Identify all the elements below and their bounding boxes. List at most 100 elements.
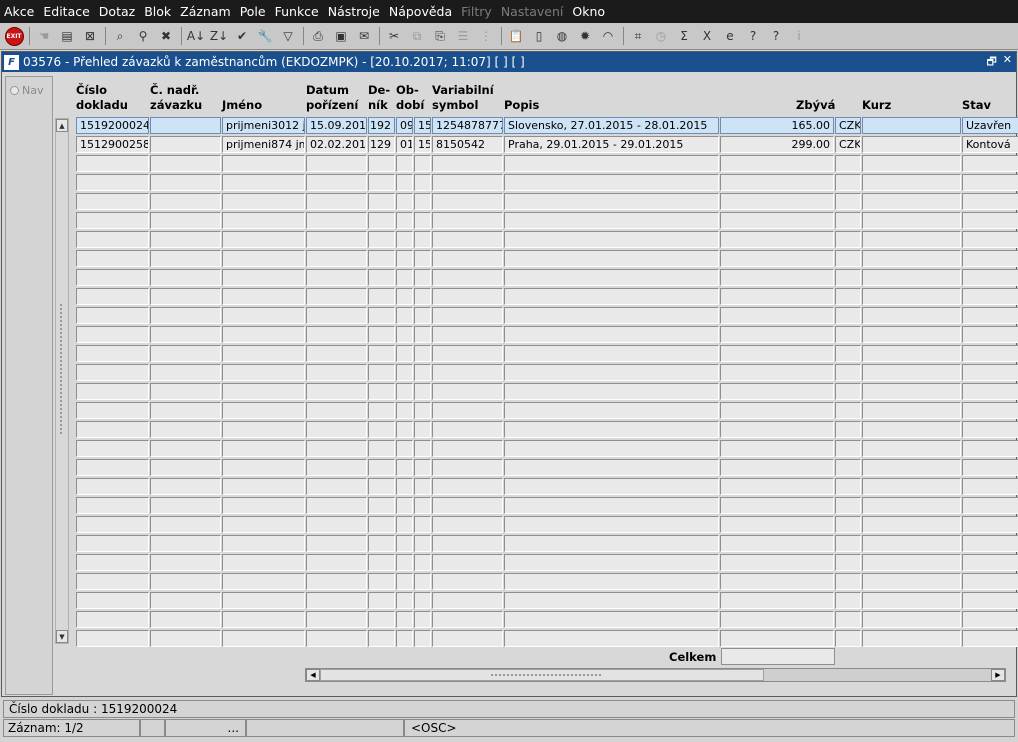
sort-ascending-icon[interactable]: A↓	[186, 26, 206, 46]
cell-cislo[interactable]	[76, 554, 149, 571]
cell-popis[interactable]	[504, 288, 719, 305]
cell-kurz[interactable]	[862, 364, 961, 381]
cell-mena[interactable]	[835, 174, 861, 191]
cell-stav[interactable]	[962, 630, 1018, 647]
cell-datum[interactable]	[306, 155, 367, 172]
cell-jmeno[interactable]	[222, 535, 305, 552]
cell-jmeno[interactable]: prijmeni3012 jme	[222, 117, 305, 134]
cell-mena[interactable]	[835, 535, 861, 552]
hand-pointer-icon[interactable]: ☚	[34, 26, 54, 46]
cell-popis[interactable]	[504, 440, 719, 457]
cell-denik[interactable]	[368, 497, 395, 514]
cell-c1[interactable]	[396, 364, 413, 381]
cell-c2[interactable]	[414, 231, 431, 248]
cell-popis[interactable]	[504, 345, 719, 362]
cell-popis[interactable]	[504, 155, 719, 172]
cell-stav[interactable]	[962, 459, 1018, 476]
cell-nadr[interactable]	[150, 402, 221, 419]
cell-c1[interactable]	[396, 478, 413, 495]
cell-jmeno[interactable]: prijmeni874 jmen	[222, 136, 305, 153]
cell-datum[interactable]	[306, 402, 367, 419]
cell-zbyva[interactable]	[720, 592, 834, 609]
execute-query-icon[interactable]: ⚲	[133, 26, 153, 46]
cell-kurz[interactable]	[862, 250, 961, 267]
cell-mena[interactable]	[835, 459, 861, 476]
cell-c1[interactable]: 01	[396, 136, 413, 153]
cell-popis[interactable]	[504, 231, 719, 248]
cell-denik[interactable]	[368, 269, 395, 286]
cell-popis[interactable]	[504, 250, 719, 267]
cell-nadr[interactable]	[150, 136, 221, 153]
cell-stav[interactable]	[962, 516, 1018, 533]
cell-c1[interactable]	[396, 288, 413, 305]
cell-stav[interactable]: Uzavřen	[962, 117, 1018, 134]
cell-vs[interactable]	[432, 269, 503, 286]
cell-c2[interactable]	[414, 630, 431, 647]
cell-cislo[interactable]	[76, 174, 149, 191]
cell-c1[interactable]	[396, 212, 413, 229]
cell-stav[interactable]	[962, 535, 1018, 552]
cell-datum[interactable]	[306, 421, 367, 438]
cell-datum[interactable]	[306, 193, 367, 210]
cell-datum[interactable]	[306, 383, 367, 400]
cell-jmeno[interactable]	[222, 573, 305, 590]
cell-zbyva[interactable]	[720, 326, 834, 343]
cell-mena[interactable]: CZK	[835, 136, 861, 153]
info-icon[interactable]: i	[789, 26, 809, 46]
cell-nadr[interactable]	[150, 155, 221, 172]
cell-c2[interactable]: 15	[414, 136, 431, 153]
cell-datum[interactable]	[306, 573, 367, 590]
scroll-right-icon[interactable]: ▶	[991, 669, 1005, 681]
cell-vs[interactable]	[432, 345, 503, 362]
scroll-down-icon[interactable]: ▼	[56, 630, 68, 643]
cell-cislo[interactable]	[76, 630, 149, 647]
cell-stav[interactable]	[962, 155, 1018, 172]
cell-denik[interactable]: 129	[368, 136, 395, 153]
cell-c2[interactable]	[414, 421, 431, 438]
cell-cislo[interactable]	[76, 383, 149, 400]
cell-mena[interactable]	[835, 478, 861, 495]
menu-item-8[interactable]: Nápověda	[389, 4, 452, 19]
cell-nadr[interactable]	[150, 345, 221, 362]
cell-jmeno[interactable]	[222, 212, 305, 229]
cell-jmeno[interactable]	[222, 250, 305, 267]
cell-mena[interactable]	[835, 383, 861, 400]
cell-stav[interactable]	[962, 193, 1018, 210]
cell-datum[interactable]	[306, 212, 367, 229]
cell-datum[interactable]	[306, 592, 367, 609]
cell-stav[interactable]	[962, 478, 1018, 495]
menu-item-6[interactable]: Funkce	[275, 4, 319, 19]
cell-kurz[interactable]	[862, 326, 961, 343]
cell-denik[interactable]	[368, 554, 395, 571]
cell-stav[interactable]	[962, 402, 1018, 419]
cell-c2[interactable]	[414, 288, 431, 305]
cell-nadr[interactable]	[150, 554, 221, 571]
filter-icon[interactable]: ▽	[278, 26, 298, 46]
cell-zbyva[interactable]	[720, 402, 834, 419]
cell-c1[interactable]: 09	[396, 117, 413, 134]
menu-item-11[interactable]: Okno	[572, 4, 605, 19]
sigma-icon[interactable]: Σ	[674, 26, 694, 46]
cell-vs[interactable]	[432, 478, 503, 495]
cell-datum[interactable]	[306, 611, 367, 628]
cell-c2[interactable]	[414, 497, 431, 514]
cell-zbyva[interactable]	[720, 364, 834, 381]
cell-zbyva[interactable]	[720, 630, 834, 647]
cell-popis[interactable]	[504, 174, 719, 191]
cell-zbyva[interactable]	[720, 193, 834, 210]
cell-mena[interactable]	[835, 155, 861, 172]
cell-zbyva[interactable]	[720, 288, 834, 305]
cell-denik[interactable]	[368, 288, 395, 305]
cell-zbyva[interactable]	[720, 421, 834, 438]
cell-kurz[interactable]	[862, 402, 961, 419]
cell-cislo[interactable]	[76, 592, 149, 609]
cell-stav[interactable]	[962, 497, 1018, 514]
cell-jmeno[interactable]	[222, 288, 305, 305]
cell-mena[interactable]	[835, 421, 861, 438]
cell-datum[interactable]	[306, 440, 367, 457]
cell-c2[interactable]	[414, 440, 431, 457]
cell-c2[interactable]	[414, 459, 431, 476]
cell-popis[interactable]: Praha, 29.01.2015 - 29.01.2015	[504, 136, 719, 153]
cell-jmeno[interactable]	[222, 421, 305, 438]
cell-kurz[interactable]	[862, 478, 961, 495]
